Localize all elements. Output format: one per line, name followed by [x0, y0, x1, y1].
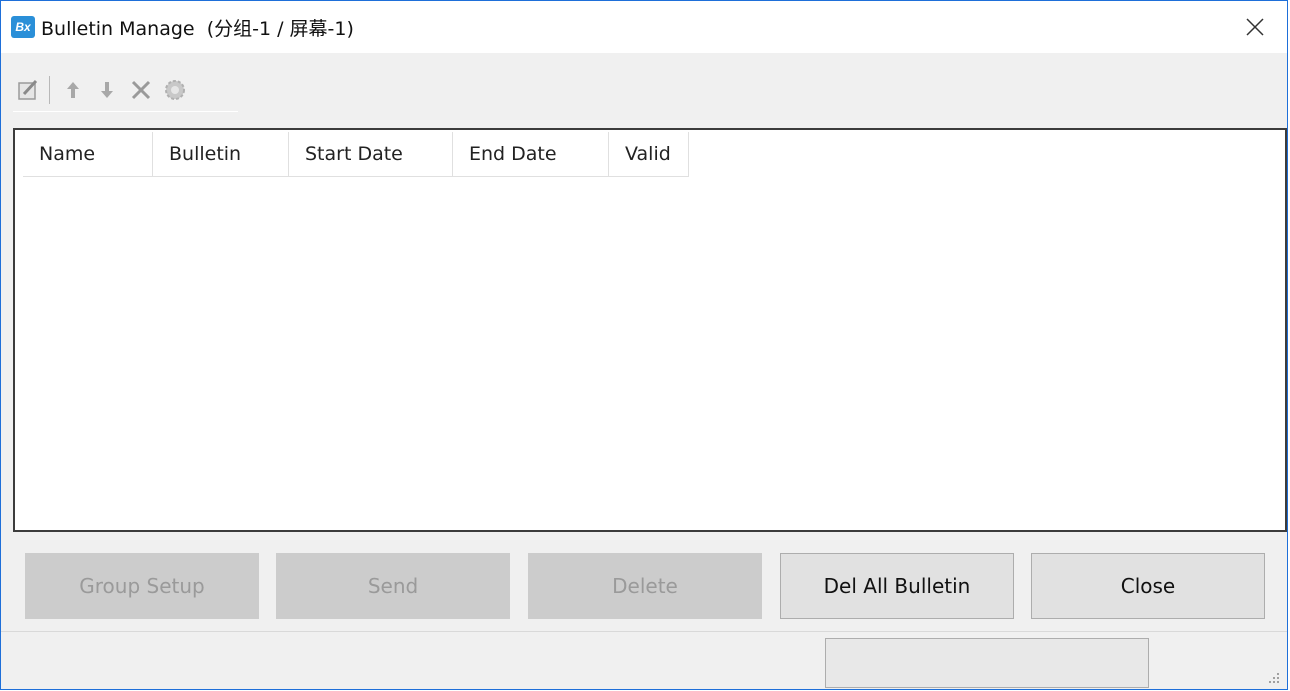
title-bar: Bx Bulletin Manage (分组-1 / 屏幕-1): [1, 1, 1287, 53]
gear-icon: [165, 80, 185, 100]
column-header-name[interactable]: Name: [23, 132, 153, 176]
column-label: Bulletin: [169, 143, 242, 165]
arrow-up-icon: [67, 82, 79, 98]
delete-button[interactable]: Delete: [528, 553, 762, 619]
move-up-button[interactable]: [58, 75, 88, 105]
close-window-button[interactable]: [1241, 13, 1269, 41]
status-bar: [1, 631, 1287, 689]
resize-grip-icon[interactable]: [1267, 671, 1281, 685]
bulletin-list[interactable]: Name Bulletin Start Date End Date Valid: [13, 128, 1287, 532]
del-all-bulletin-button[interactable]: Del All Bulletin: [780, 553, 1014, 619]
column-header-start-date[interactable]: Start Date: [289, 132, 453, 176]
column-label: Start Date: [305, 143, 403, 165]
window-title-context: (分组-1 / 屏幕-1): [206, 17, 354, 40]
move-down-button[interactable]: [92, 75, 122, 105]
column-label: Valid: [625, 143, 671, 165]
arrow-down-icon: [101, 82, 113, 98]
app-icon: Bx: [11, 16, 35, 38]
edit-button[interactable]: [13, 75, 43, 105]
delete-item-button[interactable]: [126, 75, 156, 105]
close-button[interactable]: Close: [1031, 553, 1265, 619]
list-header: Name Bulletin Start Date End Date Valid: [23, 132, 689, 177]
group-setup-button[interactable]: Group Setup: [25, 553, 259, 619]
column-label: End Date: [469, 143, 557, 165]
column-header-bulletin[interactable]: Bulletin: [153, 132, 289, 176]
edit-icon: [18, 79, 38, 100]
close-icon: [1246, 18, 1264, 36]
column-header-valid[interactable]: Valid: [609, 132, 689, 176]
send-button[interactable]: Send: [276, 553, 510, 619]
bulletin-manage-window: Bx Bulletin Manage (分组-1 / 屏幕-1) Name Bu…: [0, 0, 1288, 690]
status-panel: [825, 638, 1149, 688]
delete-x-icon: [131, 80, 151, 100]
column-header-end-date[interactable]: End Date: [453, 132, 609, 176]
settings-button[interactable]: [160, 75, 190, 105]
window-title-main: Bulletin Manage: [41, 17, 195, 40]
action-buttons: Group Setup Send Delete Del All Bulletin…: [25, 553, 1275, 621]
window-title: Bulletin Manage (分组-1 / 屏幕-1): [41, 14, 354, 41]
toolbar-separator: [49, 76, 50, 104]
column-label: Name: [39, 143, 96, 165]
toolbar: [13, 69, 238, 112]
